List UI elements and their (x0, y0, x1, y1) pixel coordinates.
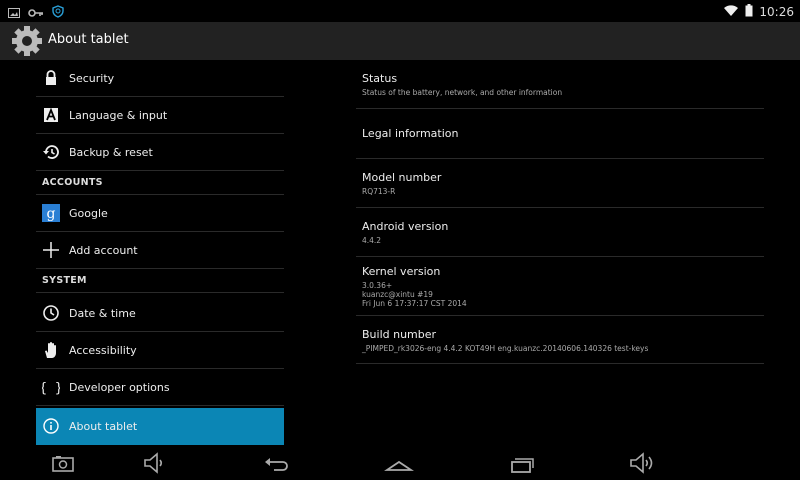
row-title: Model number (362, 171, 442, 184)
build-number-row[interactable]: Build number _PIMPED_rk3026-eng 4.4.2 KO… (356, 316, 764, 364)
keyboard-a-icon (42, 106, 60, 124)
back-icon[interactable] (262, 450, 292, 476)
status-bar: 10:26 (0, 0, 800, 22)
model-number-row: Model number RQ713-R (356, 159, 764, 208)
svg-text:g: g (47, 206, 56, 222)
wifi-icon (723, 2, 739, 21)
kernel-version-row: Kernel version 3.0.36+ kuanzc@xintu #19 … (356, 257, 764, 316)
sidebar-item-backup-reset[interactable]: Backup & reset (36, 134, 284, 171)
row-value-line: 3.0.36+ (362, 281, 393, 290)
recents-icon[interactable] (506, 450, 536, 476)
google-icon: g (42, 204, 60, 222)
sidebar-item-label: Google (69, 207, 108, 220)
row-title: Android version (362, 220, 449, 233)
sidebar-item-label: Backup & reset (69, 146, 153, 159)
backup-restore-icon (42, 143, 60, 161)
shield-icon (52, 3, 64, 22)
row-title: Build number (362, 328, 437, 341)
row-summary: Status of the battery, network, and othe… (362, 88, 563, 97)
section-header-system: SYSTEM (36, 269, 284, 293)
plus-icon (42, 241, 60, 259)
sidebar-item-label: Accessibility (69, 344, 137, 357)
clock-time: 10:26 (759, 4, 794, 19)
braces-icon: { } (39, 378, 62, 396)
volume-up-icon[interactable] (628, 450, 658, 476)
svg-text:{ }: { } (42, 381, 60, 396)
hand-icon (42, 341, 60, 359)
row-title: Kernel version (362, 265, 441, 278)
key-icon (28, 3, 44, 22)
home-icon[interactable] (384, 450, 414, 476)
info-icon (42, 417, 60, 435)
sidebar-item-google[interactable]: g Google (36, 195, 284, 232)
row-value-line: Fri Jun 6 17:37:17 CST 2014 (362, 299, 467, 308)
row-title: Legal information (362, 127, 459, 140)
page-title: About tablet (48, 32, 129, 47)
status-row[interactable]: Status Status of the battery, network, a… (356, 60, 764, 109)
sidebar-item-label: Developer options (69, 381, 170, 394)
sidebar-item-add-account[interactable]: Add account (36, 232, 284, 269)
sidebar-item-about-tablet[interactable]: About tablet (36, 408, 284, 445)
sidebar-item-developer-options[interactable]: { } Developer options (36, 369, 284, 406)
screenshot-icon (8, 3, 20, 22)
camera-icon[interactable] (48, 450, 78, 476)
sidebar-item-accessibility[interactable]: Accessibility (36, 332, 284, 369)
clock-icon (42, 304, 60, 322)
legal-info-row[interactable]: Legal information (356, 109, 764, 159)
settings-sidebar: Security Language & input Backup & reset… (36, 60, 284, 446)
sidebar-item-language-input[interactable]: Language & input (36, 97, 284, 134)
sidebar-item-label: Security (69, 72, 115, 85)
lock-icon (42, 69, 60, 87)
navigation-bar (0, 446, 800, 480)
row-title: Status (362, 72, 398, 85)
sidebar-item-label: Language & input (69, 109, 168, 122)
volume-down-icon[interactable] (140, 450, 170, 476)
section-header-accounts: ACCOUNTS (36, 171, 284, 195)
action-bar: About tablet (0, 22, 800, 60)
sidebar-item-label: About tablet (69, 420, 138, 433)
settings-gear-icon[interactable] (10, 25, 44, 57)
row-value: _PIMPED_rk3026-eng 4.4.2 KOT49H eng.kuan… (362, 344, 649, 353)
sidebar-item-label: Date & time (69, 307, 136, 320)
sidebar-item-label: Add account (69, 244, 138, 257)
row-value-line: kuanzc@xintu #19 (362, 290, 433, 299)
sidebar-item-security[interactable]: Security (36, 60, 284, 97)
android-version-row[interactable]: Android version 4.4.2 (356, 208, 764, 257)
sidebar-item-date-time[interactable]: Date & time (36, 295, 284, 332)
row-value: 4.4.2 (362, 236, 382, 245)
row-value: RQ713-R (362, 187, 396, 196)
battery-icon (745, 2, 753, 21)
